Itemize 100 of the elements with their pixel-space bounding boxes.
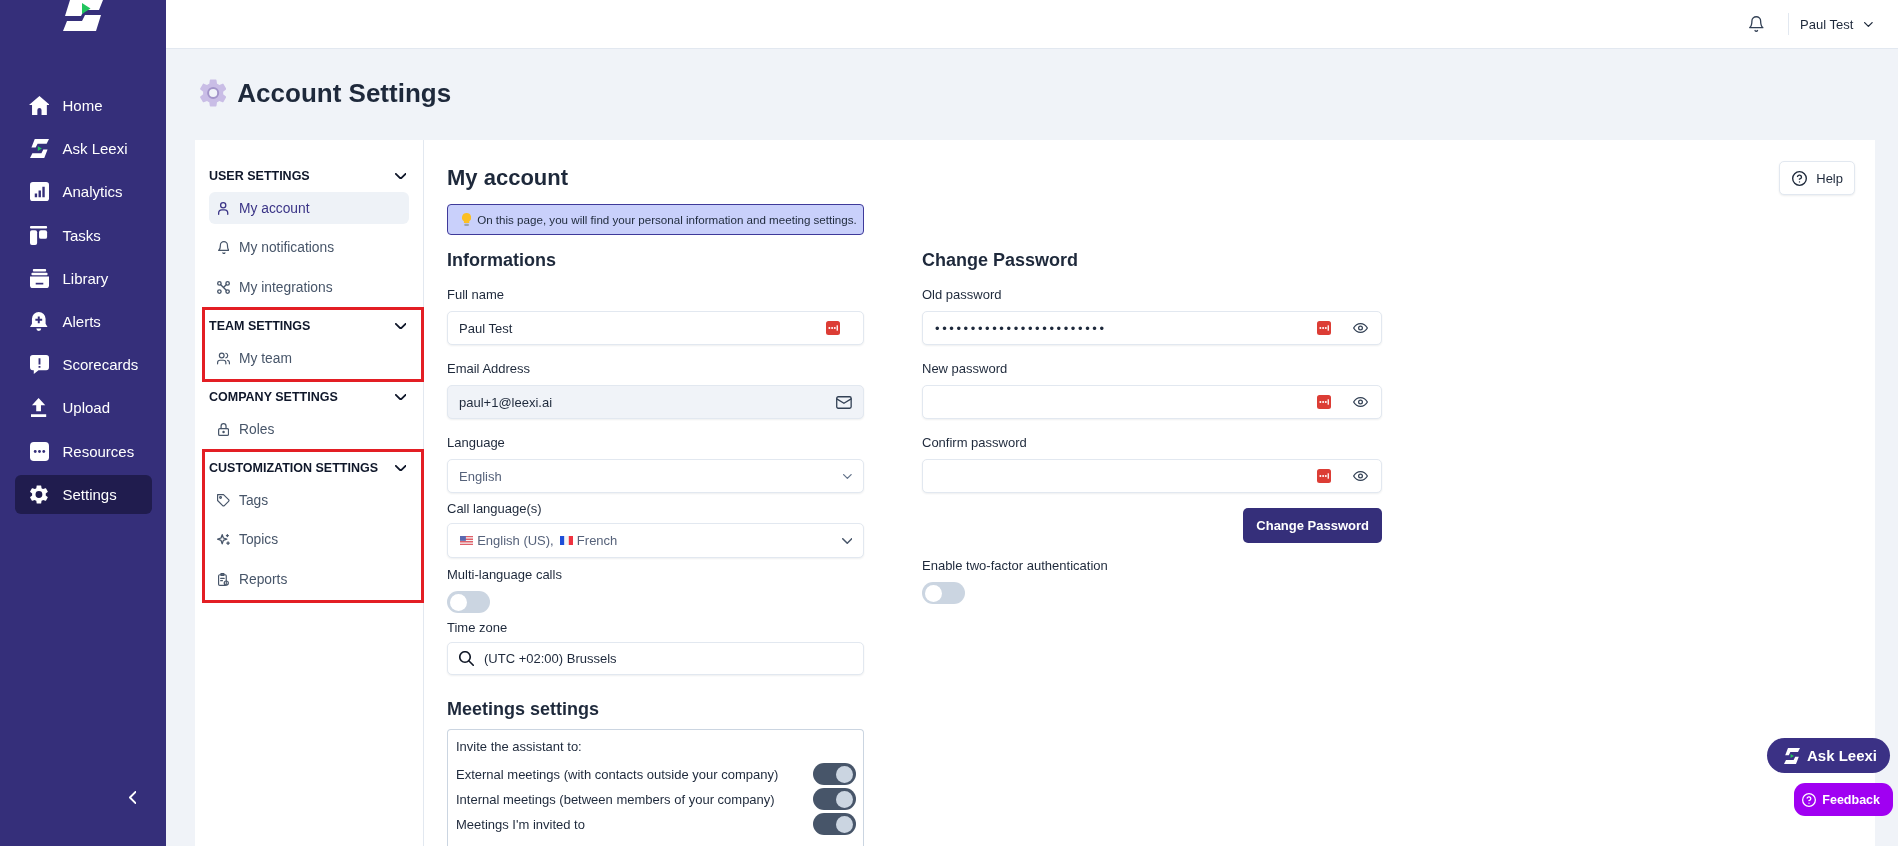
settings-nav-item[interactable]: My team bbox=[209, 342, 409, 374]
logo-mark-icon bbox=[29, 139, 49, 159]
eye-icon[interactable] bbox=[1353, 471, 1368, 481]
upload-arrow-icon bbox=[31, 398, 47, 418]
field-label: Old password bbox=[922, 286, 1002, 304]
settings-nav-item[interactable]: Topics bbox=[209, 523, 409, 556]
eye-icon[interactable] bbox=[1353, 397, 1368, 407]
clipboard-icon bbox=[218, 572, 229, 586]
field-label: Full name bbox=[447, 286, 505, 304]
bell-plus-icon bbox=[30, 311, 48, 331]
logo-mark-icon bbox=[1783, 747, 1800, 764]
kanban-icon bbox=[30, 225, 48, 245]
dots-badge-icon[interactable] bbox=[1317, 321, 1331, 335]
chevron-down-icon bbox=[841, 537, 852, 544]
text-field[interactable]: Paul Test bbox=[447, 311, 864, 345]
bell-icon[interactable] bbox=[1749, 16, 1764, 32]
section-heading: Change Password bbox=[922, 249, 1079, 272]
field-label: New password bbox=[922, 360, 1008, 378]
sidebar-nav-item[interactable]: Ask Leexi bbox=[14, 129, 152, 169]
section-title: CUSTOMIZATION SETTINGS bbox=[209, 461, 378, 475]
tricolour-flag-icon bbox=[559, 536, 573, 545]
connected-nodes-icon bbox=[217, 280, 230, 294]
users-icon bbox=[217, 351, 230, 365]
password-field[interactable]: •••••••••••••••••••••••• bbox=[922, 311, 1382, 345]
page-title: Account Settings bbox=[237, 78, 452, 108]
user-icon bbox=[218, 201, 229, 215]
option-label: Meetings I'm invited to bbox=[456, 816, 585, 832]
dots-badge-icon[interactable] bbox=[1317, 395, 1331, 409]
password-field[interactable] bbox=[922, 385, 1382, 419]
sidebar-nav-item[interactable]: Tasks bbox=[14, 215, 152, 255]
sidebar-nav-item[interactable]: Scorecards bbox=[14, 345, 152, 385]
gear-icon bbox=[200, 79, 227, 107]
options-intro: Invite the assistant to: bbox=[456, 738, 583, 756]
sidebar-nav-item[interactable]: Library bbox=[14, 258, 152, 298]
speech-bubble-icon bbox=[29, 355, 49, 375]
chevron-down-icon[interactable] bbox=[394, 393, 406, 401]
field-label: Time zone bbox=[447, 619, 508, 637]
section-title: TEAM SETTINGS bbox=[209, 319, 311, 333]
question-circle-icon bbox=[1792, 170, 1808, 186]
lock-icon bbox=[217, 422, 230, 436]
field-label: Call language(s) bbox=[447, 500, 542, 518]
settings-nav-item[interactable]: Roles bbox=[209, 413, 409, 445]
field-label: Email Address bbox=[447, 360, 531, 378]
chevron-left-icon bbox=[128, 791, 136, 804]
toggle-switch[interactable] bbox=[922, 582, 965, 604]
chevron-down-icon[interactable] bbox=[394, 172, 406, 180]
dots-badge-icon[interactable] bbox=[826, 321, 840, 335]
toggle-switch[interactable] bbox=[813, 788, 856, 810]
settings-nav-item[interactable]: My integrations bbox=[209, 271, 409, 303]
ask-assistant-button[interactable]: Ask Leexi bbox=[1766, 738, 1890, 773]
archive-box-icon bbox=[29, 268, 49, 288]
chevron-down-icon bbox=[843, 473, 852, 479]
question-circle-icon bbox=[1802, 792, 1817, 807]
feedback-button[interactable]: Feedback bbox=[1794, 783, 1893, 816]
user-menu-button[interactable]: Paul Test bbox=[1789, 12, 1873, 36]
search-field[interactable]: (UTC +02:00) Brussels bbox=[447, 642, 864, 675]
language-select[interactable]: English bbox=[447, 459, 864, 493]
house-icon bbox=[28, 96, 50, 115]
sidebar-nav-item[interactable]: Home bbox=[14, 86, 152, 125]
toggle-switch[interactable] bbox=[447, 591, 490, 613]
password-field[interactable] bbox=[922, 459, 1382, 493]
envelope-icon bbox=[836, 395, 852, 409]
field-label: Language bbox=[447, 434, 505, 452]
settings-nav-item[interactable]: Tags bbox=[209, 484, 409, 516]
gear-icon bbox=[30, 484, 48, 504]
dots-badge-icon[interactable] bbox=[1317, 469, 1331, 483]
search-icon bbox=[459, 651, 474, 666]
sidebar-nav-item[interactable]: Resources bbox=[14, 431, 152, 471]
field-label: Multi-language calls bbox=[447, 566, 562, 584]
chevron-down-icon[interactable] bbox=[394, 464, 406, 472]
chevron-down-icon bbox=[1864, 21, 1873, 27]
sparkles-icon bbox=[217, 533, 230, 546]
dots-square-icon bbox=[29, 441, 49, 461]
section-title: USER SETTINGS bbox=[209, 169, 310, 183]
sidebar-nav-item[interactable]: Settings bbox=[14, 474, 152, 514]
bell-icon bbox=[217, 241, 230, 254]
info-text: On this page, you will find your personal information and meeting settings. bbox=[477, 212, 857, 227]
field-label: Confirm password bbox=[922, 434, 1027, 452]
section-heading: Meetings settings bbox=[447, 698, 601, 721]
toggle-switch[interactable] bbox=[813, 763, 856, 785]
field-label: Enable two-factor authentication bbox=[922, 557, 1108, 575]
settings-nav-item[interactable]: Reports bbox=[209, 563, 409, 595]
eye-icon[interactable] bbox=[1353, 323, 1368, 333]
sidebar-nav-item[interactable]: Alerts bbox=[14, 301, 152, 341]
settings-nav-item[interactable]: My notifications bbox=[209, 231, 409, 264]
section-title: COMPANY SETTINGS bbox=[209, 390, 338, 404]
bar-chart-icon bbox=[29, 182, 49, 202]
tag-icon bbox=[217, 493, 230, 507]
settings-nav-item[interactable]: My account bbox=[209, 192, 409, 224]
change-password-button[interactable]: Change Password bbox=[1243, 508, 1382, 543]
sidebar-nav-item[interactable]: Analytics bbox=[14, 172, 152, 212]
option-label: Internal meetings (between members of your company) bbox=[456, 791, 775, 807]
sidebar-nav-item[interactable]: Upload bbox=[14, 388, 152, 428]
help-button[interactable]: Help bbox=[1779, 161, 1855, 195]
toggle-switch[interactable] bbox=[813, 813, 856, 835]
multi-select[interactable]: English (US), French bbox=[447, 523, 864, 558]
option-label: External meetings (with contacts outside your company) bbox=[456, 766, 779, 782]
striped-flag-icon bbox=[460, 536, 474, 545]
section-title: My account bbox=[447, 164, 569, 192]
chevron-down-icon[interactable] bbox=[394, 322, 406, 330]
